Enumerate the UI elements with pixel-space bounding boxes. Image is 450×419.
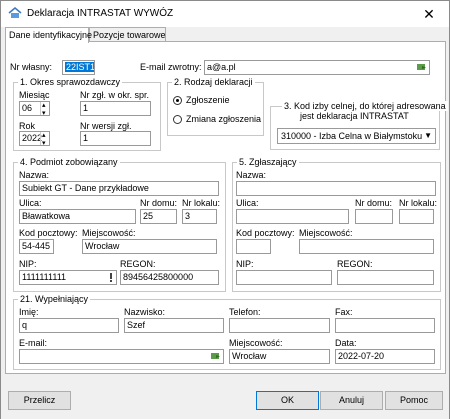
version-label: Nr wersji zgł. <box>80 121 132 131</box>
reporting-house-label: Nr domu: <box>355 198 393 208</box>
window-title: Deklaracja INTRASTAT WYWÓZ <box>27 8 174 19</box>
filler-phone-field[interactable] <box>229 318 330 333</box>
report-no-label: Nr zgł. w okr. spr. <box>80 90 150 100</box>
radio-change[interactable] <box>173 115 182 124</box>
radio-submission[interactable] <box>173 96 182 105</box>
filler-city-field[interactable]: Wrocław <box>229 349 330 364</box>
obliged-nip-label: NIP: <box>19 259 37 269</box>
filler-last-field[interactable]: Szef <box>124 318 224 333</box>
year-spinner[interactable] <box>40 132 49 145</box>
chevron-down-icon[interactable]: ▼ <box>424 129 432 143</box>
reporting-zip-field[interactable] <box>236 239 271 254</box>
decl-type-title: 2. Rodzaj deklaracji <box>172 77 255 87</box>
reporting-nip-label: NIP: <box>236 259 254 269</box>
reporting-nip-field[interactable] <box>236 270 332 285</box>
obliged-city-field[interactable]: Wrocław <box>82 239 217 254</box>
email-return-label: E-mail zwrotny: <box>140 62 202 72</box>
obliged-nip-field[interactable]: 1111111111 <box>19 270 117 285</box>
email-send-icon[interactable] <box>417 63 427 72</box>
filler-fax-field[interactable] <box>335 318 435 333</box>
obliged-city-label: Miejscowość: <box>82 228 136 238</box>
filler-date-label: Data: <box>335 338 357 348</box>
filler-email-label: E-mail: <box>19 338 48 348</box>
filler-title: 21. Wypełniający <box>18 294 90 304</box>
email-send-icon[interactable] <box>211 352 221 361</box>
reporting-street-label: Ulica: <box>236 198 259 208</box>
filler-first-field[interactable]: q <box>19 318 119 333</box>
reporting-street-field[interactable] <box>236 209 349 224</box>
filler-first-label: Imię: <box>19 307 39 317</box>
warning-icon <box>110 273 112 282</box>
reporting-house-field[interactable] <box>355 209 393 224</box>
reporting-name-label: Nazwa: <box>236 170 267 180</box>
period-title: 1. Okres sprawozdawczy <box>18 77 123 87</box>
obliged-name-field[interactable]: Subiekt GT - Dane przykładowe <box>19 181 219 196</box>
report-no-field[interactable]: 1 <box>80 101 151 116</box>
title-bar: Deklaracja INTRASTAT WYWÓZ ✕ <box>1 1 449 27</box>
help-button[interactable]: Pomoc <box>385 391 443 410</box>
filler-last-label: Nazwisko: <box>124 307 166 317</box>
reporting-flat-label: Nr lokalu: <box>399 198 438 208</box>
year-label: Rok <box>19 121 36 131</box>
customs-title-1: 3. Kod izby celnej, do której adresowana <box>282 101 448 111</box>
radio-submission-label: Zgłoszenie <box>186 95 230 105</box>
ok-button[interactable]: OK <box>256 391 319 410</box>
obliged-house-field[interactable]: 25 <box>140 209 177 224</box>
obliged-regon-label: REGON: <box>120 259 156 269</box>
filler-email-field[interactable] <box>19 349 224 364</box>
month-spinner[interactable] <box>40 102 49 115</box>
tab-goods[interactable]: Pozycje towarowe <box>89 27 166 42</box>
filler-city-label: Miejscowość: <box>229 338 283 348</box>
reporting-regon-field[interactable] <box>337 270 434 285</box>
obliged-zip-label: Kod pocztowy: <box>19 228 78 238</box>
customs-title-2: jest deklaracja INTRASTAT <box>300 111 409 121</box>
reporting-title: 5. Zgłaszający <box>237 157 299 167</box>
reporting-regon-label: REGON: <box>337 259 373 269</box>
tab-panel: Nr własny: 22IST1 E-mail zwrotny: a@a.pl… <box>5 41 448 374</box>
reporting-name-field[interactable] <box>236 181 436 196</box>
recalc-button[interactable]: Przelicz <box>8 391 71 410</box>
email-return-field[interactable]: a@a.pl <box>204 60 430 75</box>
own-no-label: Nr własny: <box>10 62 53 72</box>
reporting-zip-label: Kod pocztowy: <box>236 228 295 238</box>
radio-change-label: Zmiana zgłoszenia <box>186 114 262 124</box>
app-icon <box>8 7 22 18</box>
obliged-house-label: Nr domu: <box>140 198 178 208</box>
reporting-city-label: Miejscowość: <box>299 228 353 238</box>
filler-fax-label: Fax: <box>335 307 353 317</box>
filler-phone-label: Telefon: <box>229 307 261 317</box>
obliged-flat-field[interactable]: 3 <box>182 209 217 224</box>
customs-office-select[interactable]: 310000 - Izba Celna w Białymstoku ▼ <box>277 128 436 144</box>
obliged-regon-field[interactable]: 89456425800000 <box>120 270 219 285</box>
cancel-button[interactable]: Anuluj <box>320 391 383 410</box>
obliged-name-label: Nazwa: <box>19 170 50 180</box>
obliged-title: 4. Podmiot zobowiązany <box>18 157 120 167</box>
dialog-window: Deklaracja INTRASTAT WYWÓZ ✕ Dane identy… <box>0 0 450 419</box>
version-field[interactable]: 1 <box>80 131 151 146</box>
obliged-zip-field[interactable]: 54-445 <box>19 239 54 254</box>
month-field[interactable]: 06 <box>19 101 50 116</box>
obliged-street-field[interactable]: Bławatkowa <box>19 209 136 224</box>
reporting-city-field[interactable] <box>299 239 434 254</box>
button-bar: Przelicz OK Anuluj Pomoc <box>1 381 449 419</box>
obliged-street-label: Ulica: <box>19 198 42 208</box>
tab-identification[interactable]: Dane identyfikacyjne <box>5 27 92 43</box>
year-field[interactable]: 2022 <box>19 131 50 146</box>
decl-type-group <box>167 82 264 136</box>
own-no-field[interactable]: 22IST1 <box>62 60 95 75</box>
reporting-flat-field[interactable] <box>399 209 434 224</box>
close-icon[interactable]: ✕ <box>409 1 449 27</box>
month-label: Miesiąc <box>19 90 50 100</box>
filler-date-field[interactable]: 2022-07-20 <box>335 349 435 364</box>
obliged-flat-label: Nr lokalu: <box>182 198 221 208</box>
